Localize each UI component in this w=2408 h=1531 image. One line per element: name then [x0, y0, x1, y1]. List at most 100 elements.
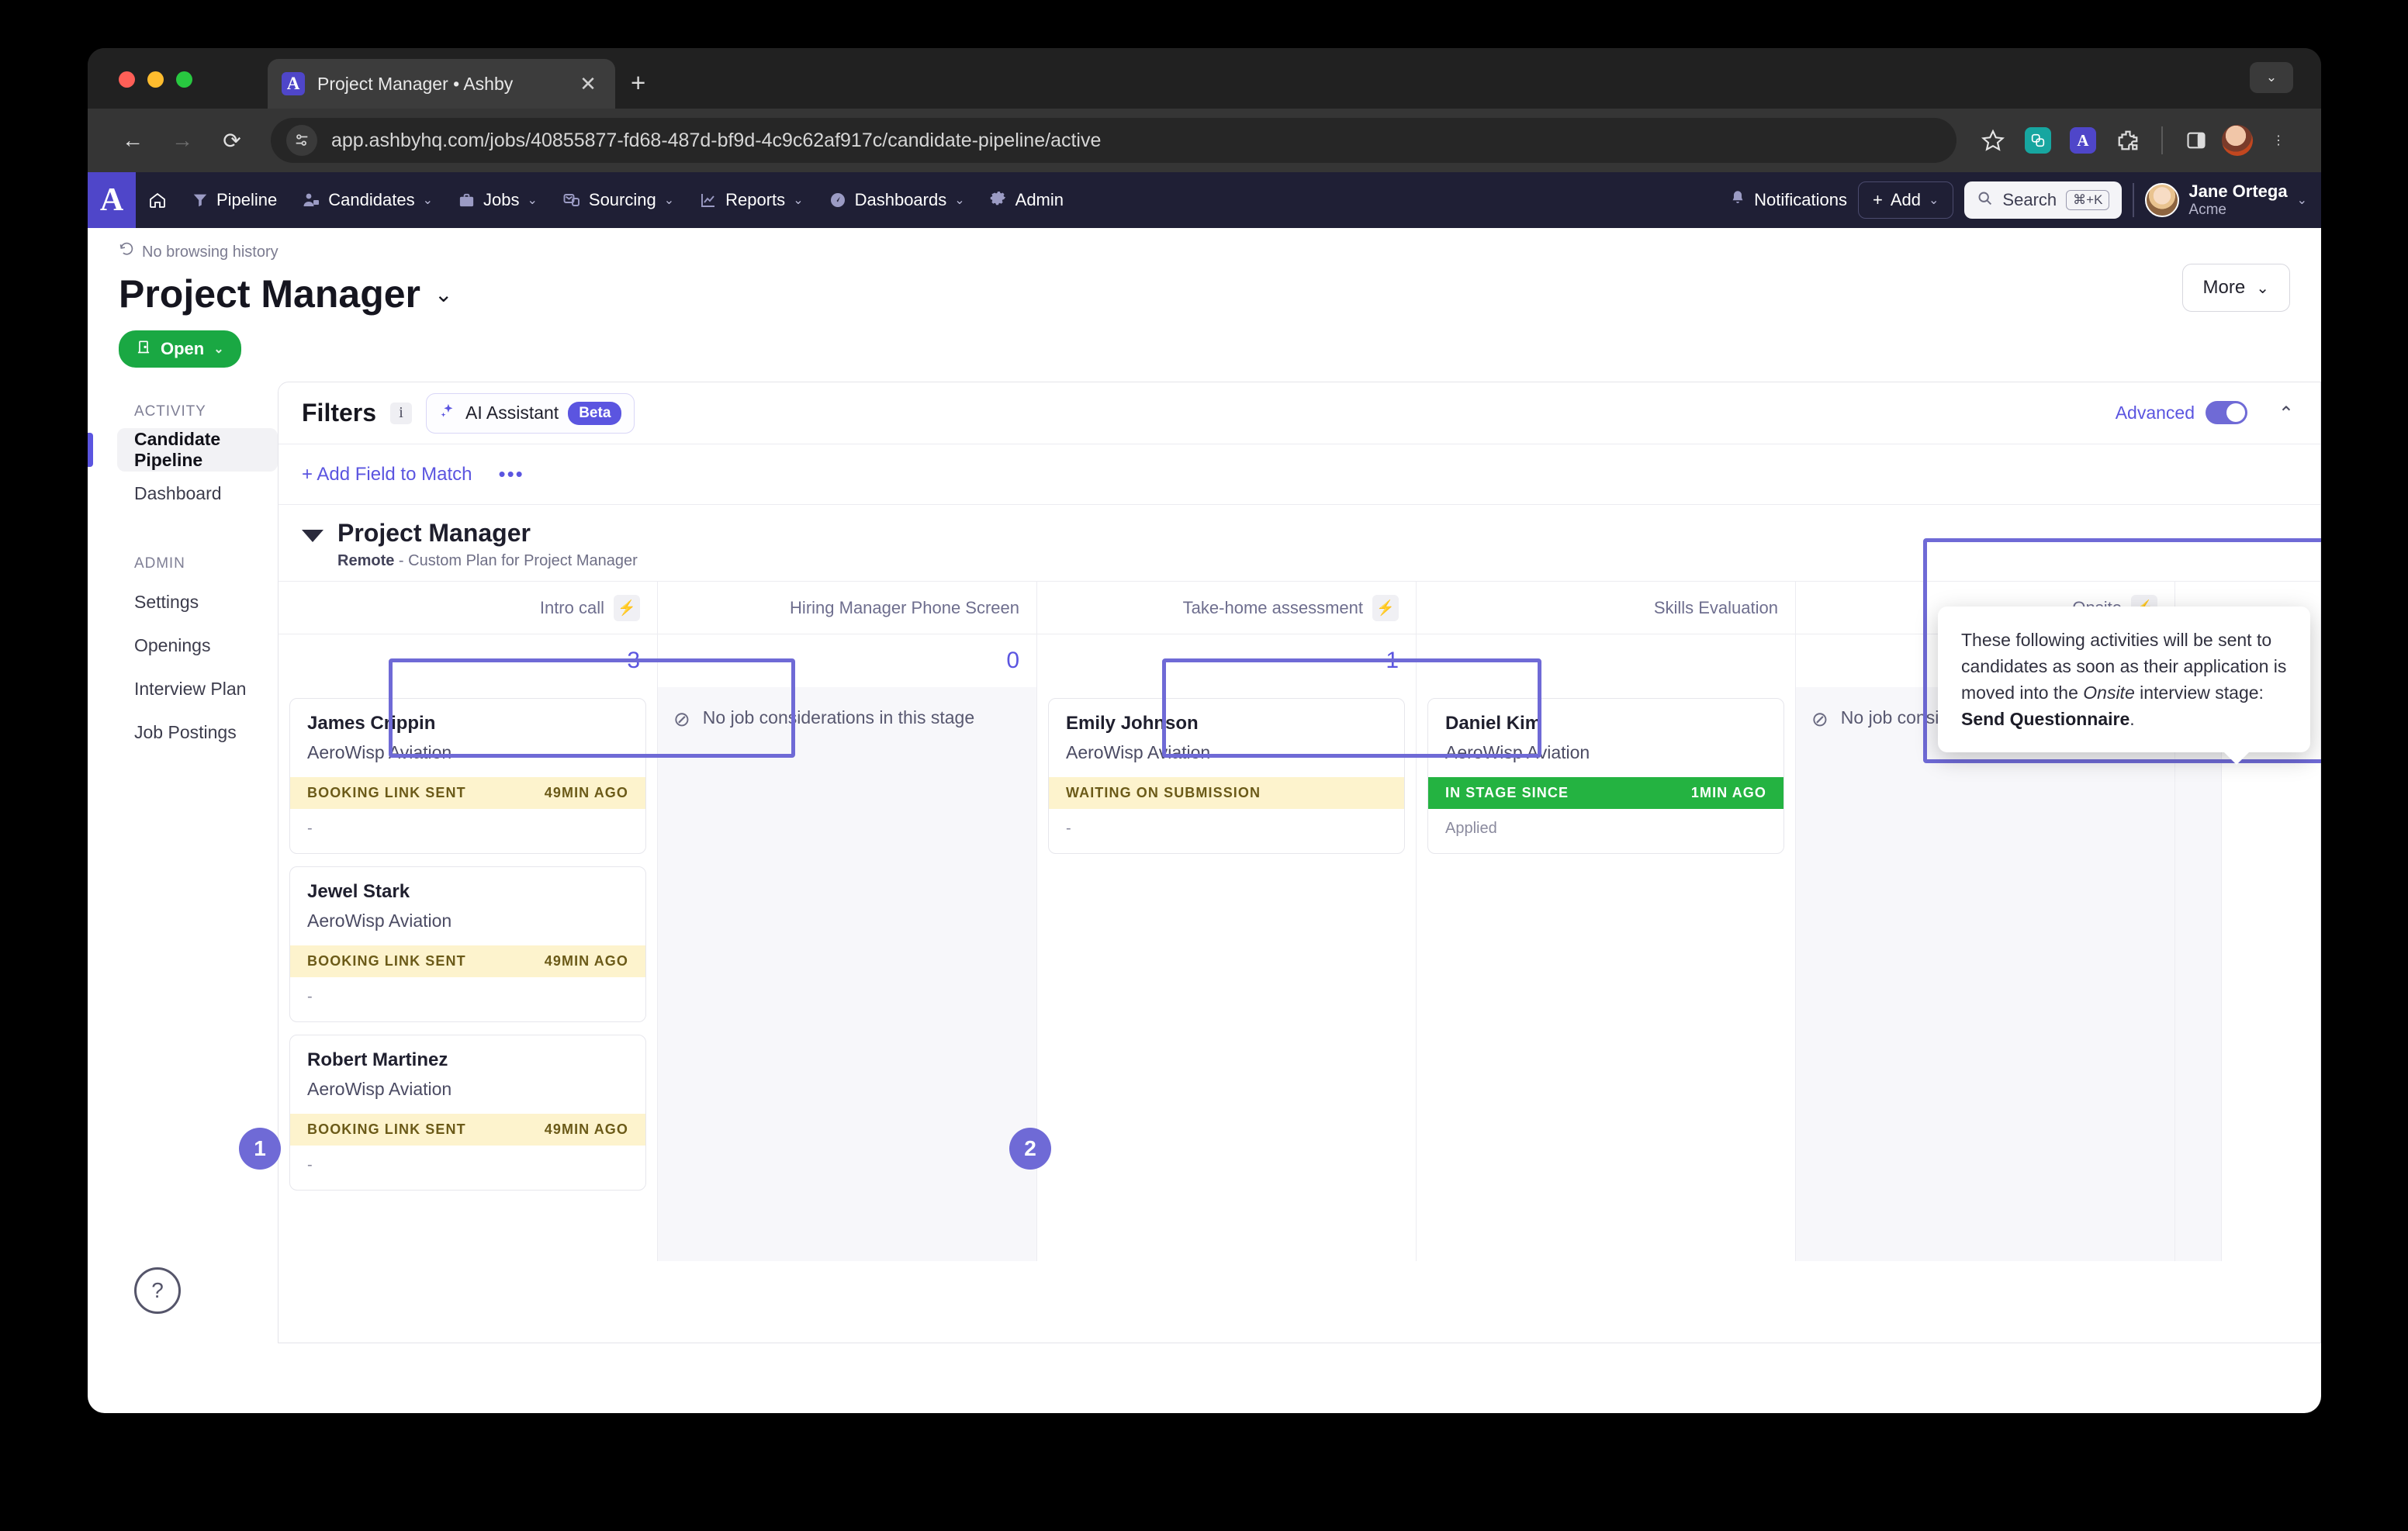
sparkle-icon	[439, 403, 456, 423]
window-dropdown-icon[interactable]: ⌄	[2250, 62, 2293, 93]
address-bar[interactable]: app.ashbyhq.com/jobs/40855877-fd68-487d-…	[271, 118, 1956, 163]
side-panel-icon[interactable]	[2177, 121, 2216, 160]
maximize-window-button[interactable]	[176, 71, 192, 88]
stage-name: Take-home assessment	[1182, 597, 1363, 617]
collapse-filters-icon[interactable]: ⌃	[2278, 403, 2294, 425]
new-tab-icon[interactable]: +	[631, 70, 645, 95]
star-icon[interactable]	[1974, 121, 2012, 160]
filter-overflow-icon[interactable]: •••	[498, 462, 524, 486]
candidate-name: James Crippin	[307, 713, 436, 734]
column-take-home-assessment: Emily Johnson AeroWisp Aviation WAITING …	[1037, 687, 1417, 1261]
info-icon[interactable]: i	[390, 402, 413, 424]
minimize-window-button[interactable]	[147, 71, 164, 88]
column-overflow: ⊘	[2175, 687, 2222, 1261]
sidebar-item-openings[interactable]: Openings	[117, 624, 278, 667]
ai-assistant-button[interactable]: AI Assistant Beta	[426, 392, 635, 434]
card-status-label: WAITING ON SUBMISSION	[1066, 785, 1261, 800]
search-button[interactable]: Search ⌘+K	[1964, 181, 2123, 219]
reload-icon[interactable]: ⟳	[210, 119, 254, 162]
stage-title[interactable]: Intro call ⚡	[279, 582, 657, 634]
filters-title: Filters	[302, 399, 377, 427]
bell-icon	[1729, 189, 1746, 211]
candidate-company: AeroWisp Aviation	[307, 742, 452, 762]
nav-sourcing[interactable]: Sourcing ⌄	[550, 172, 687, 228]
stage-title[interactable]: Hiring Manager Phone Screen	[658, 582, 1036, 634]
teal-extension-icon[interactable]	[2019, 121, 2057, 160]
browser-tab-strip: A Project Manager • Ashby ✕ + ⌄	[88, 48, 2321, 109]
ashby-extension-icon[interactable]: A	[2064, 121, 2102, 160]
help-button[interactable]: ?	[134, 1267, 181, 1314]
sidebar-item-label: Candidate Pipeline	[134, 429, 221, 470]
candidate-card[interactable]: Daniel Kim AeroWisp Aviation IN STAGE SI…	[1427, 698, 1784, 854]
nav-dashboards[interactable]: Dashboards ⌄	[816, 172, 977, 228]
sidebar-item-candidate-pipeline[interactable]: Candidate Pipeline	[88, 428, 278, 472]
toggle-switch[interactable]	[2206, 401, 2247, 424]
empty-state-label: No job considerations in this stage	[702, 707, 975, 727]
close-window-button[interactable]	[119, 71, 135, 88]
chevron-down-icon: ⌄	[527, 194, 538, 207]
puzzle-extension-icon[interactable]	[2109, 121, 2147, 160]
add-button[interactable]: + Add ⌄	[1858, 181, 1954, 219]
stage-title[interactable]: Skills Evaluation	[1417, 582, 1795, 634]
browser-tab[interactable]: A Project Manager • Ashby ✕	[268, 59, 615, 109]
sidebar-item-interview-plan[interactable]: Interview Plan	[117, 667, 278, 710]
chevron-down-icon: ⌄	[793, 194, 804, 207]
nav-label: Pipeline	[216, 190, 278, 209]
notifications-button[interactable]: Notifications	[1729, 189, 1847, 211]
candidate-name: Emily Johnson	[1066, 713, 1199, 734]
sidebar-item-label: Job Postings	[134, 721, 237, 742]
window-traffic-lights	[119, 71, 192, 88]
chevron-down-icon: ⌄	[954, 194, 965, 207]
sidebar-item-settings[interactable]: Settings	[117, 580, 278, 624]
three-dot-menu-icon[interactable]: ⋮	[2259, 121, 2298, 160]
candidate-card[interactable]: Emily Johnson AeroWisp Aviation WAITING …	[1048, 698, 1405, 854]
status-badge[interactable]: Open ⌄	[119, 330, 241, 368]
nav-candidates[interactable]: Candidates ⌄	[289, 172, 445, 228]
close-tab-icon[interactable]: ✕	[575, 72, 601, 96]
card-status-label: BOOKING LINK SENT	[307, 1121, 466, 1137]
notifications-label: Notifications	[1754, 190, 1847, 209]
back-arrow-icon[interactable]: ←	[111, 119, 154, 162]
nav-admin[interactable]: Admin	[977, 172, 1076, 228]
nav-label: Jobs	[483, 190, 520, 209]
candidate-card[interactable]: Jewel Stark AeroWisp Aviation BOOKING LI…	[289, 866, 646, 1022]
ashby-logo-icon[interactable]: A	[88, 172, 136, 228]
tooltip-text-part3: .	[2129, 709, 2135, 730]
user-menu[interactable]: Jane Ortega Acme ⌄	[2145, 181, 2307, 218]
board-subtitle-plan: - Custom Plan for Project Manager	[394, 552, 638, 569]
forward-arrow-icon[interactable]: →	[161, 119, 204, 162]
stage-column-hiring-manager-phone-screen: Hiring Manager Phone Screen 0	[658, 582, 1037, 687]
advanced-toggle[interactable]: Advanced	[2116, 401, 2247, 424]
gauge-icon	[829, 191, 847, 209]
nav-label: Reports	[725, 190, 786, 209]
page-title[interactable]: Project Manager ⌄	[119, 271, 2290, 316]
candidate-company: AeroWisp Aviation	[1445, 742, 1590, 762]
automation-bolt-icon[interactable]: ⚡	[614, 594, 640, 621]
automation-bolt-icon[interactable]: ⚡	[1372, 594, 1399, 621]
nav-reports[interactable]: Reports ⌄	[687, 172, 815, 228]
column-onsite: ⊘ No job considerations in this stage	[1796, 687, 2175, 1261]
stage-title[interactable]: Take-home assessment ⚡	[1037, 582, 1416, 634]
nav-home[interactable]	[136, 172, 179, 228]
card-status-time: 49MIN AGO	[544, 953, 628, 969]
site-settings-icon[interactable]	[286, 125, 317, 156]
more-button[interactable]: More ⌄	[2181, 264, 2290, 312]
candidate-card[interactable]: James Crippin AeroWisp Aviation BOOKING …	[289, 698, 646, 854]
search-shortcut: ⌘+K	[2066, 190, 2110, 210]
candidate-card[interactable]: Robert Martinez AeroWisp Aviation BOOKIN…	[289, 1035, 646, 1191]
sidebar-item-label: Settings	[134, 591, 199, 612]
collapse-board-icon[interactable]	[302, 530, 323, 542]
no-entry-icon: ⊘	[1811, 707, 1828, 731]
history-icon	[119, 242, 134, 262]
column-hiring-manager-phone-screen: ⊘ No job considerations in this stage	[658, 687, 1037, 1261]
no-entry-icon: ⊘	[673, 707, 690, 731]
sidebar-section-activity: ACTIVITY	[134, 403, 206, 420]
sidebar-item-pipeline[interactable]: Pipeline	[179, 172, 289, 228]
people-icon	[302, 191, 320, 209]
sidebar-item-job-postings[interactable]: Job Postings	[117, 710, 278, 754]
nav-jobs[interactable]: Jobs ⌄	[445, 172, 550, 228]
add-field-to-match-button[interactable]: + Add Field to Match	[302, 464, 472, 486]
browser-profile-avatar[interactable]	[2222, 125, 2253, 156]
sidebar-item-dashboard[interactable]: Dashboard	[117, 472, 278, 515]
chevron-down-icon: ⌄	[434, 282, 453, 306]
